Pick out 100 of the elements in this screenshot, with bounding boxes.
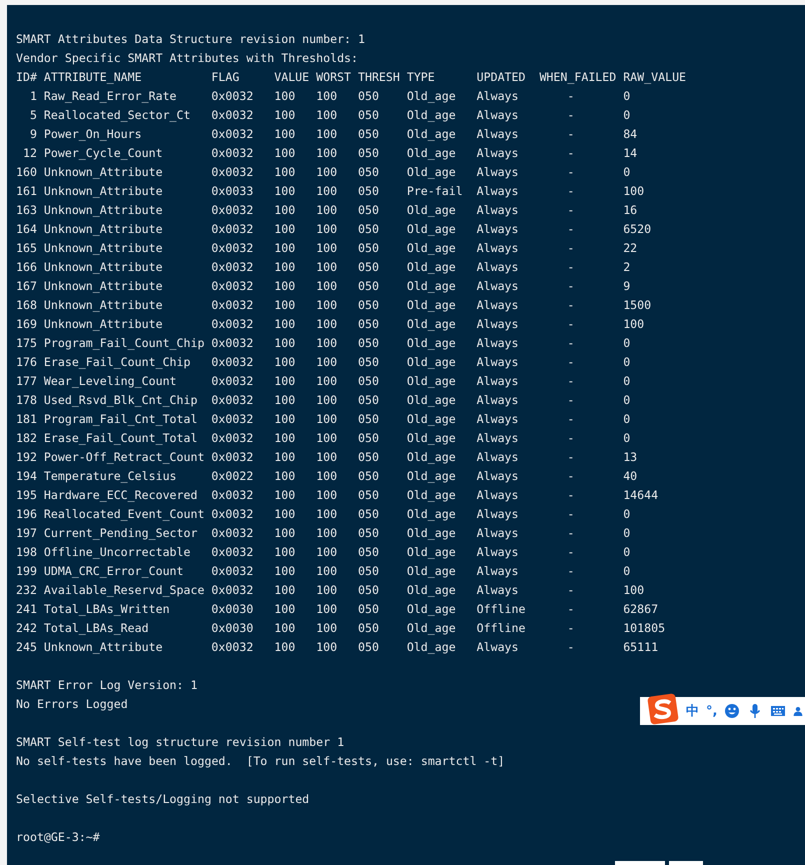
table-cell: 160 bbox=[16, 165, 37, 179]
terminal-line: Vendor Specific SMART Attributes with Thresholds: bbox=[16, 50, 358, 67]
table-cell: 0x0032 bbox=[211, 393, 254, 407]
table-cell: 100 bbox=[316, 469, 338, 483]
table-cell: Always bbox=[476, 488, 519, 502]
table-cell: 050 bbox=[358, 241, 379, 255]
table-cell: 100 bbox=[274, 564, 296, 578]
table-cell: 164 bbox=[16, 222, 37, 236]
table-cell: 6520 bbox=[623, 222, 652, 236]
table-cell: 165 bbox=[16, 241, 37, 255]
table-cell: 100 bbox=[316, 146, 338, 160]
keyboard-icon[interactable] bbox=[770, 703, 786, 719]
table-cell: Always bbox=[476, 89, 519, 103]
table-cell: 232 bbox=[16, 583, 37, 597]
table-cell: 050 bbox=[358, 450, 379, 464]
table-cell: 241 bbox=[16, 602, 37, 616]
table-cell: 100 bbox=[316, 545, 338, 559]
terminal-line: SMART Attributes Data Structure revision number: 1 bbox=[16, 31, 366, 48]
table-cell: Unknown_Attribute bbox=[44, 203, 163, 217]
ime-logo-icon[interactable] bbox=[647, 693, 679, 725]
table-cell: 0 bbox=[623, 507, 630, 521]
table-cell: - bbox=[567, 602, 574, 616]
table-cell: Always bbox=[476, 127, 519, 141]
terminal-line: root@GE-3:~# bbox=[16, 829, 100, 846]
table-cell: 195 bbox=[16, 488, 37, 502]
table-cell: 178 bbox=[16, 393, 37, 407]
table-cell: Always bbox=[476, 564, 519, 578]
table-cell: Old_age bbox=[406, 602, 456, 616]
table-cell: 050 bbox=[358, 336, 379, 350]
table-cell: Old_age bbox=[406, 279, 456, 293]
column-header: WORST bbox=[316, 70, 352, 84]
table-cell: Unknown_Attribute bbox=[44, 222, 163, 236]
table-cell: Unknown_Attribute bbox=[44, 317, 163, 331]
table-cell: 175 bbox=[16, 336, 37, 350]
table-cell: Pre-fail bbox=[406, 184, 463, 198]
table-cell: Always bbox=[476, 393, 519, 407]
table-cell: 100 bbox=[274, 317, 296, 331]
table-cell: Always bbox=[476, 355, 519, 369]
table-cell: 1 bbox=[30, 89, 37, 103]
table-cell: 100 bbox=[316, 127, 338, 141]
table-cell: 100 bbox=[274, 279, 296, 293]
terminal-line: No self-tests have been logged. [To run self-tests, use: smartctl -t] bbox=[16, 753, 505, 770]
table-cell: Old_age bbox=[406, 165, 456, 179]
table-cell: Old_age bbox=[406, 621, 456, 635]
table-cell: 050 bbox=[358, 127, 379, 141]
table-cell: 100 bbox=[623, 184, 644, 198]
table-cell: 0x0032 bbox=[211, 450, 254, 464]
table-cell: 100 bbox=[274, 412, 296, 426]
column-header: UPDATED bbox=[476, 70, 526, 84]
table-cell: Old_age bbox=[406, 393, 456, 407]
ime-mode-toggle[interactable]: 中 bbox=[686, 702, 699, 720]
table-cell: 050 bbox=[358, 469, 379, 483]
table-cell: - bbox=[567, 279, 574, 293]
table-cell: 177 bbox=[16, 374, 37, 388]
table-cell: Always bbox=[476, 260, 519, 274]
table-cell: 100 bbox=[274, 469, 296, 483]
table-cell: 100 bbox=[316, 488, 338, 502]
table-cell: 0x0032 bbox=[211, 526, 254, 540]
table-cell: 100 bbox=[623, 317, 644, 331]
table-cell: 100 bbox=[316, 279, 338, 293]
table-cell: 100 bbox=[274, 108, 296, 122]
table-cell: Offline bbox=[476, 602, 526, 616]
table-cell: - bbox=[567, 393, 574, 407]
table-cell: UDMA_CRC_Error_Count bbox=[44, 564, 184, 578]
table-cell: 100 bbox=[274, 355, 296, 369]
table-cell: 0 bbox=[623, 108, 630, 122]
table-cell: 0x0022 bbox=[211, 469, 254, 483]
table-cell: 166 bbox=[16, 260, 37, 274]
table-cell: 050 bbox=[358, 89, 379, 103]
table-cell: Always bbox=[476, 507, 519, 521]
ime-punctuation-toggle[interactable]: °, bbox=[706, 704, 718, 718]
table-cell: Always bbox=[476, 241, 519, 255]
table-cell: 0x0030 bbox=[211, 621, 254, 635]
table-cell: Hardware_ECC_Recovered bbox=[44, 488, 198, 502]
table-cell: 0x0032 bbox=[211, 89, 254, 103]
table-cell: 0x0032 bbox=[211, 146, 254, 160]
table-cell: 0x0032 bbox=[211, 165, 254, 179]
table-cell: 192 bbox=[16, 450, 37, 464]
table-cell: Always bbox=[476, 412, 519, 426]
table-cell: 0x0032 bbox=[211, 279, 254, 293]
table-cell: 100 bbox=[316, 184, 338, 198]
column-header: VALUE bbox=[274, 70, 310, 84]
table-cell: 100 bbox=[274, 545, 296, 559]
table-cell: 050 bbox=[358, 108, 379, 122]
terminal-line: SMART Error Log Version: 1 bbox=[16, 677, 198, 694]
table-cell: Always bbox=[476, 184, 519, 198]
table-cell: 163 bbox=[16, 203, 37, 217]
table-cell: 22 bbox=[623, 241, 638, 255]
table-cell: - bbox=[567, 184, 574, 198]
smiley-icon[interactable] bbox=[724, 703, 740, 719]
table-cell: Always bbox=[476, 317, 519, 331]
table-cell: 161 bbox=[16, 184, 37, 198]
table-cell: 100 bbox=[316, 640, 338, 654]
column-header: ID# bbox=[16, 70, 37, 84]
table-cell: - bbox=[567, 298, 574, 312]
table-cell: 0x0032 bbox=[211, 564, 254, 578]
table-cell: 100 bbox=[316, 260, 338, 274]
table-cell: 100 bbox=[316, 317, 338, 331]
table-cell: 050 bbox=[358, 184, 379, 198]
table-cell: 0x0032 bbox=[211, 222, 254, 236]
